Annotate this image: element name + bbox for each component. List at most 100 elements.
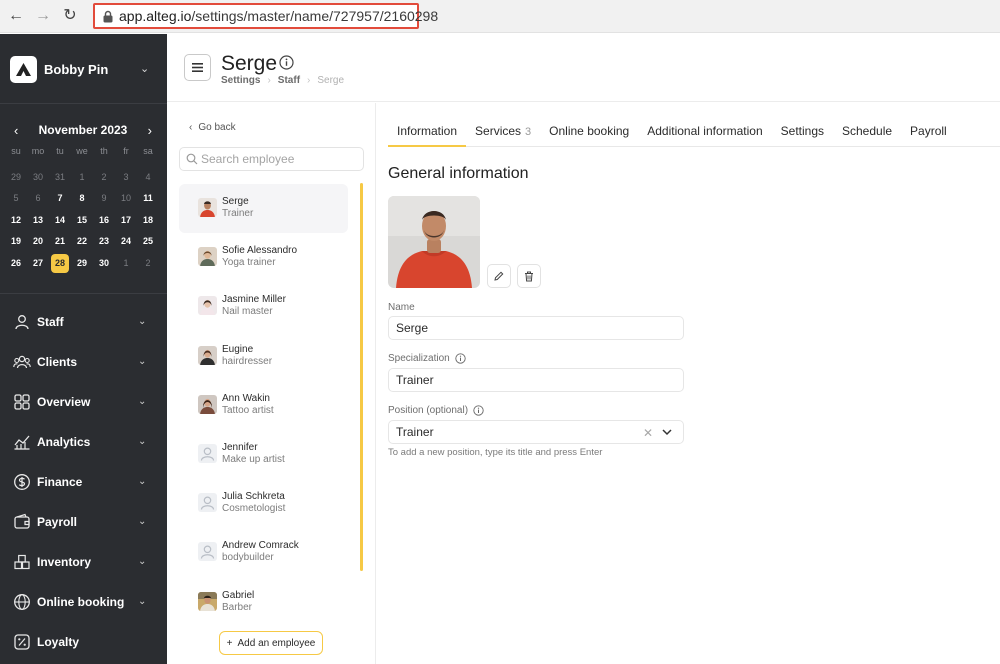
address-bar[interactable]: app.alteg.io/settings/master/name/727957… bbox=[93, 3, 438, 29]
calendar-day[interactable]: 29 bbox=[5, 167, 27, 189]
go-back-link[interactable]: ‹ Go back bbox=[189, 122, 236, 133]
tab-online-booking[interactable]: Online booking bbox=[540, 118, 638, 147]
calendar-day[interactable]: 18 bbox=[137, 210, 159, 232]
calendar-day[interactable]: 3 bbox=[115, 167, 137, 189]
calendar-day[interactable]: 15 bbox=[71, 210, 93, 232]
calendar-day[interactable]: 30 bbox=[27, 167, 49, 189]
delete-photo-button[interactable] bbox=[517, 264, 541, 288]
sidebar-item-loyalty[interactable]: Loyalty bbox=[0, 622, 167, 662]
position-label: Position (optional) bbox=[388, 405, 484, 416]
tab-settings[interactable]: Settings bbox=[772, 118, 833, 147]
chevron-down-icon[interactable]: ⌄ bbox=[138, 476, 146, 487]
back-arrow-icon[interactable]: ← bbox=[6, 6, 26, 26]
calendar-day[interactable]: 25 bbox=[137, 231, 159, 253]
chevron-down-icon[interactable]: ⌄ bbox=[138, 516, 146, 527]
employee-list-item[interactable]: Sofie Alessandro Yoga trainer bbox=[179, 233, 348, 282]
info-icon[interactable] bbox=[473, 405, 484, 416]
name-field[interactable] bbox=[388, 316, 684, 340]
forward-arrow-icon[interactable]: → bbox=[33, 6, 53, 26]
employee-list-item[interactable]: Jennifer Make up artist bbox=[179, 430, 348, 479]
sidebar-item-inventory[interactable]: Inventory ⌄ bbox=[0, 542, 167, 582]
calendar-day[interactable]: 10 bbox=[115, 188, 137, 210]
scrollbar[interactable] bbox=[360, 183, 363, 571]
weekday-label: we bbox=[76, 146, 88, 156]
page-title: Serge bbox=[221, 52, 278, 75]
brand-switcher[interactable]: Bobby Pin bbox=[10, 55, 108, 83]
calendar-day[interactable]: 8 bbox=[71, 188, 93, 210]
employee-photo bbox=[388, 196, 480, 288]
calendar-day[interactable]: 20 bbox=[27, 231, 49, 253]
reload-icon[interactable]: ↻ bbox=[60, 6, 80, 26]
calendar-day[interactable]: 29 bbox=[71, 253, 93, 275]
employee-list-item[interactable]: Eugine hairdresser bbox=[179, 332, 348, 381]
info-icon[interactable] bbox=[455, 353, 466, 364]
tab-schedule[interactable]: Schedule bbox=[833, 118, 901, 147]
employee-list-item[interactable]: Serge Trainer bbox=[179, 184, 348, 234]
employee-list-item[interactable]: Julia Schkreta Cosmetologist bbox=[179, 479, 348, 528]
calendar-day[interactable]: 9 bbox=[93, 188, 115, 210]
calendar-day[interactable]: 5 bbox=[5, 188, 27, 210]
calendar-day[interactable]: 27 bbox=[27, 253, 49, 275]
tab-additional-information[interactable]: Additional information bbox=[638, 118, 771, 147]
calendar-day[interactable]: 26 bbox=[5, 253, 27, 275]
chevron-down-icon[interactable]: ⌄ bbox=[138, 556, 146, 567]
employee-list-item[interactable]: Ann Wakin Tattoo artist bbox=[179, 381, 348, 430]
sidebar-item-payroll[interactable]: Payroll ⌄ bbox=[0, 502, 167, 542]
employee-list-item[interactable]: Jasmine Miller Nail master bbox=[179, 282, 348, 331]
specialization-field[interactable] bbox=[388, 368, 684, 392]
chevron-right-icon[interactable]: › bbox=[148, 123, 152, 138]
breadcrumb-staff[interactable]: Staff bbox=[278, 75, 300, 86]
tab-services[interactable]: Services 3 bbox=[466, 118, 540, 147]
calendar-day[interactable]: 14 bbox=[49, 210, 71, 232]
calendar-day[interactable]: 24 bbox=[115, 231, 137, 253]
info-icon[interactable] bbox=[279, 55, 294, 70]
calendar-day[interactable]: 1 bbox=[115, 253, 137, 275]
breadcrumb-settings[interactable]: Settings bbox=[221, 75, 260, 86]
edit-photo-button[interactable] bbox=[487, 264, 511, 288]
menu-toggle-button[interactable] bbox=[184, 54, 211, 81]
calendar-day[interactable]: 21 bbox=[49, 231, 71, 253]
chevron-down-icon[interactable] bbox=[661, 427, 673, 437]
employee-list-item[interactable]: Andrew Comrack bodybuilder bbox=[179, 528, 348, 577]
calendar-day-today[interactable]: 28 bbox=[51, 253, 69, 273]
calendar-day[interactable]: 23 bbox=[93, 231, 115, 253]
calendar-day[interactable]: 17 bbox=[115, 210, 137, 232]
calendar-day[interactable]: 16 bbox=[93, 210, 115, 232]
calendar-day[interactable]: 7 bbox=[49, 188, 71, 210]
chevron-down-icon[interactable]: ⌄ bbox=[138, 596, 146, 607]
percent-icon bbox=[14, 634, 30, 650]
sidebar-item-overview[interactable]: Overview ⌄ bbox=[0, 382, 167, 422]
calendar-day[interactable]: 13 bbox=[27, 210, 49, 232]
chevron-down-icon[interactable]: ⌄ bbox=[138, 356, 146, 367]
sidebar-item-clients[interactable]: Clients ⌄ bbox=[0, 342, 167, 382]
calendar-header: ‹ November 2023 › bbox=[10, 123, 156, 139]
sidebar-item-staff[interactable]: Staff ⌄ bbox=[0, 302, 167, 342]
tab-label: Information bbox=[397, 124, 458, 138]
tab-information[interactable]: Information bbox=[388, 118, 467, 147]
calendar-day[interactable]: 30 bbox=[93, 253, 115, 275]
search-input[interactable] bbox=[201, 151, 359, 167]
tab-payroll[interactable]: Payroll bbox=[901, 118, 956, 147]
chevron-down-icon[interactable]: ⌄ bbox=[140, 62, 149, 75]
clear-icon[interactable]: ✕ bbox=[643, 426, 653, 440]
calendar-day[interactable]: 1 bbox=[71, 167, 93, 189]
calendar-day[interactable]: 19 bbox=[5, 231, 27, 253]
chevron-down-icon[interactable]: ⌄ bbox=[138, 436, 146, 447]
position-select[interactable] bbox=[388, 420, 684, 444]
calendar-day[interactable]: 22 bbox=[71, 231, 93, 253]
calendar-day[interactable]: 6 bbox=[27, 188, 49, 210]
chevron-down-icon[interactable]: ⌄ bbox=[138, 396, 146, 407]
calendar-day[interactable]: 4 bbox=[137, 167, 159, 189]
sidebar-item-analytics[interactable]: Analytics ⌄ bbox=[0, 422, 167, 462]
calendar-day[interactable]: 2 bbox=[93, 167, 115, 189]
calendar-day[interactable]: 11 bbox=[137, 188, 159, 210]
add-employee-button[interactable]: + Add an employee bbox=[219, 631, 323, 655]
calendar-day[interactable]: 2 bbox=[137, 253, 159, 275]
sidebar-item-online-booking[interactable]: Online booking ⌄ bbox=[0, 582, 167, 622]
calendar-day[interactable]: 31 bbox=[49, 167, 71, 189]
sidebar-item-finance[interactable]: Finance ⌄ bbox=[0, 462, 167, 502]
chevron-down-icon[interactable]: ⌄ bbox=[138, 316, 146, 327]
calendar-month: November 2023 bbox=[38, 123, 128, 137]
employee-list-item[interactable]: Gabriel Barber bbox=[179, 578, 348, 627]
calendar-day[interactable]: 12 bbox=[5, 210, 27, 232]
